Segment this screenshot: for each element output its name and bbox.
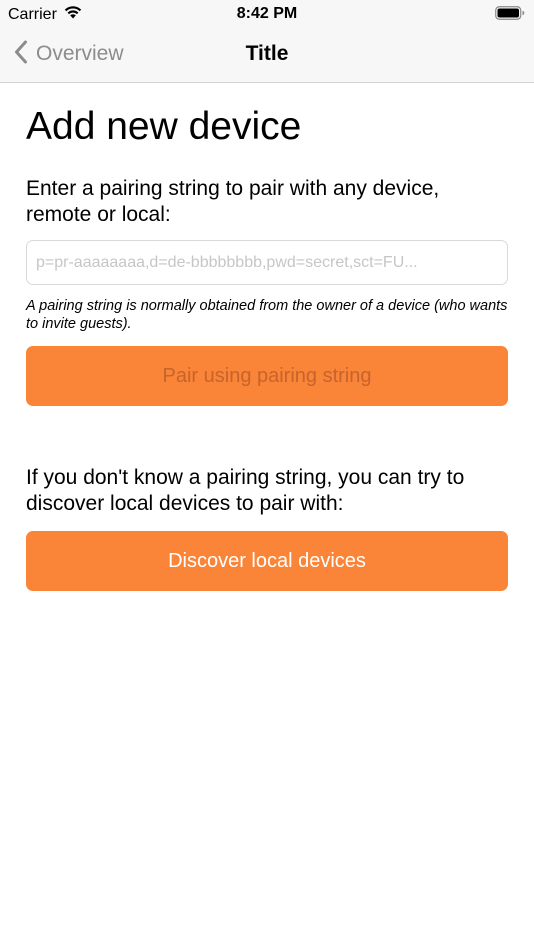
navigation-bar: Overview Title [0, 26, 534, 83]
discover-local-devices-button[interactable]: Discover local devices [26, 531, 508, 591]
pair-button[interactable]: Pair using pairing string [26, 346, 508, 406]
pairing-hint: A pairing string is normally obtained fr… [26, 298, 508, 332]
status-time: 8:42 PM [236, 5, 298, 22]
pairing-string-input[interactable] [26, 240, 508, 285]
battery-icon [495, 6, 525, 20]
page-title: Add new device [26, 105, 302, 148]
discover-instructions: If you don't know a pairing string, you … [26, 466, 465, 515]
pairing-instructions: Enter a pairing string to pair with any … [26, 177, 440, 226]
status-bar: Carrier 8:42 PM [0, 0, 534, 26]
nav-title: Title [245, 42, 289, 65]
screen: Carrier 8:42 PM Overview Title Add new d… [0, 0, 534, 950]
